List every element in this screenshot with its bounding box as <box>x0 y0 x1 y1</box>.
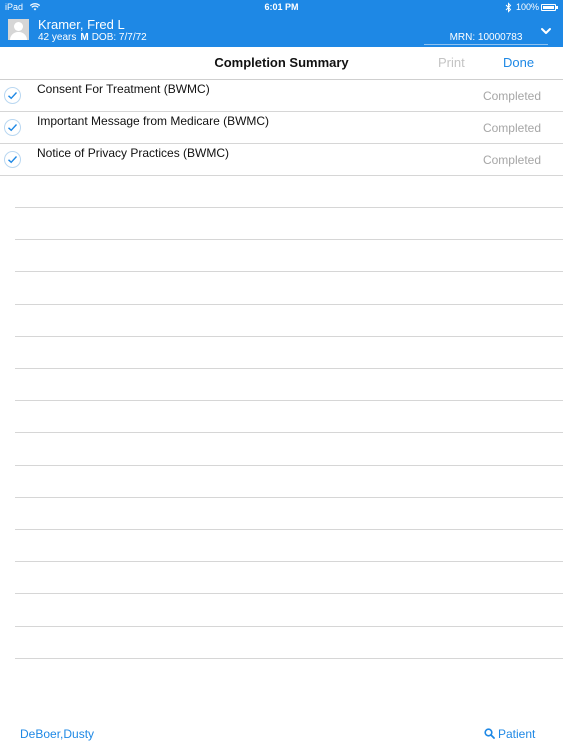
document-list: Consent For Treatment (BWMC) Completed I… <box>0 80 563 176</box>
row-divider <box>15 271 563 272</box>
battery-icon <box>541 4 558 11</box>
document-title: Consent For Treatment (BWMC) <box>37 82 210 96</box>
document-status: Completed <box>482 121 541 135</box>
row-divider <box>15 432 563 433</box>
row-divider <box>15 304 563 305</box>
row-divider <box>15 529 563 530</box>
patient-header: iPad 6:01 PM 100% Kramer, Fred L 42 year… <box>0 0 563 47</box>
done-button[interactable]: Done <box>503 55 534 70</box>
chevron-down-icon[interactable] <box>539 24 553 38</box>
document-status: Completed <box>482 153 541 167</box>
row-divider <box>15 400 563 401</box>
check-icon <box>4 151 21 168</box>
patient-age: 42 years <box>38 32 77 43</box>
patient-name: Kramer, Fred L <box>38 17 125 32</box>
document-title: Important Message from Medicare (BWMC) <box>37 114 270 128</box>
row-divider <box>15 207 563 208</box>
nav-bar: Completion Summary Print Done <box>0 47 563 80</box>
current-user-link[interactable]: DeBoer,Dusty <box>20 727 94 741</box>
document-status: Completed <box>482 89 541 103</box>
row-divider <box>15 626 563 627</box>
document-title: Notice of Privacy Practices (BWMC) <box>37 146 230 160</box>
patient-sex: M <box>80 32 89 43</box>
patient-search-label: Patient <box>498 727 536 741</box>
row-divider <box>15 336 563 337</box>
row-divider <box>15 658 563 659</box>
patient-search-button[interactable]: Patient <box>484 727 535 741</box>
row-divider <box>15 239 563 240</box>
status-bar: iPad 6:01 PM 100% <box>0 0 563 15</box>
search-icon <box>484 728 495 739</box>
clock: 6:01 PM <box>264 2 299 12</box>
patient-demographics: 42 years M DOB: 7/7/72 <box>38 32 147 43</box>
row-divider <box>15 497 563 498</box>
battery-percent: 100% <box>516 2 540 12</box>
row-divider <box>15 465 563 466</box>
list-item[interactable]: Important Message from Medicare (BWMC) C… <box>0 112 563 144</box>
row-divider <box>15 593 563 594</box>
patient-dob: DOB: 7/7/72 <box>91 32 147 43</box>
row-divider <box>15 368 563 369</box>
page-title: Completion Summary <box>214 55 349 70</box>
print-button[interactable]: Print <box>438 55 465 70</box>
bluetooth-icon <box>505 2 512 13</box>
row-divider <box>15 561 563 562</box>
list-item[interactable]: Notice of Privacy Practices (BWMC) Compl… <box>0 144 563 176</box>
avatar <box>8 19 29 40</box>
check-icon <box>4 119 21 136</box>
check-icon <box>4 87 21 104</box>
list-item[interactable]: Consent For Treatment (BWMC) Completed <box>0 80 563 112</box>
patient-mrn: MRN: 10000783 <box>424 31 548 45</box>
